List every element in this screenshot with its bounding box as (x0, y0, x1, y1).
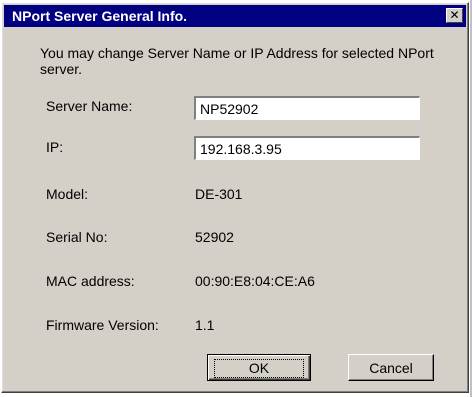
nport-info-dialog: NPort Server General Info. ✕ You may cha… (1, 2, 469, 393)
ip-label: IP: (46, 139, 64, 155)
intro-text: You may change Server Name or IP Address… (40, 45, 434, 77)
close-button[interactable]: ✕ (446, 8, 463, 23)
ok-button[interactable]: OK (207, 354, 311, 381)
cancel-button[interactable]: Cancel (348, 354, 434, 381)
firmware-version-label: Firmware Version: (46, 317, 159, 333)
server-name-label: Server Name: (46, 98, 133, 114)
mac-address-label: MAC address: (46, 273, 135, 289)
window-title: NPort Server General Info. (12, 8, 188, 24)
close-icon: ✕ (449, 8, 460, 22)
firmware-version-value: 1.1 (195, 317, 215, 333)
mac-address-value: 00:90:E8:04:CE:A6 (195, 273, 315, 289)
serial-value: 52902 (195, 229, 234, 245)
ip-input[interactable] (194, 136, 420, 160)
model-value: DE-301 (195, 186, 243, 202)
server-name-input[interactable] (194, 96, 420, 120)
model-label: Model: (46, 186, 89, 202)
serial-label: Serial No: (46, 229, 108, 245)
screen: NPort Server General Info. ✕ You may cha… (0, 0, 472, 397)
ok-button-label: OK (214, 358, 304, 378)
title-bar[interactable]: NPort Server General Info. ✕ (4, 5, 466, 27)
